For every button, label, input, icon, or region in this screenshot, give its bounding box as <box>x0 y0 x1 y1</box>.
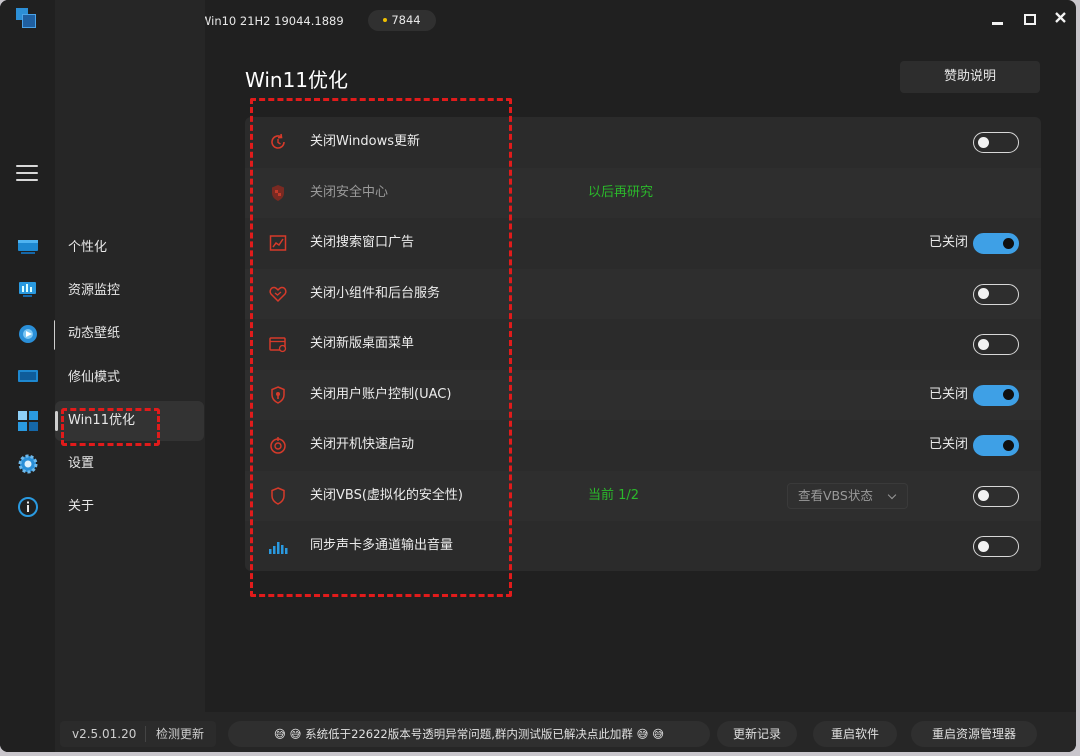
power-icon <box>270 437 286 454</box>
page-title: Win11优化 <box>245 68 349 92</box>
sidebar-item-about[interactable]: 关于 <box>55 487 205 527</box>
sidebar-item-wallpaper[interactable]: 动态壁纸 <box>55 314 205 354</box>
app-window: CTM工具绿色版 系统:Win10 21H2 19044.1889 7844 个… <box>0 0 1076 752</box>
icon-rail <box>0 0 57 752</box>
chevron-down-icon <box>887 490 897 499</box>
setting-row-vbs: 关闭VBS(虚拟化的安全性) 当前 1/2 查看VBS状态 <box>245 470 1041 521</box>
sidebar-item-win11[interactable]: Win11优化 <box>55 401 204 446</box>
toggle-switch[interactable] <box>973 132 1019 153</box>
sidebar-item-personalize[interactable]: 个性化 <box>55 228 205 268</box>
minimize-button[interactable] <box>986 8 1010 30</box>
sidebar-item-settings[interactable]: 设置 <box>55 444 205 484</box>
main-content: Win11优化 赞助说明 关闭Windows更新 关闭安全中心 以后再研究 关闭… <box>205 40 1076 712</box>
toggle-switch[interactable] <box>973 233 1019 254</box>
notice-banner[interactable]: 😅 😅 系统低于22622版本号透明异常问题,群内测试版已解决⁠点此加群 😅 😅 <box>228 721 710 747</box>
status-text: 已关闭 <box>929 437 969 452</box>
active-indicator <box>55 411 58 431</box>
status-dot-icon <box>383 17 388 22</box>
sidebar-item-immortal-mode[interactable]: 修仙模式 <box>55 358 205 398</box>
heart-icon <box>269 286 287 302</box>
screen-icon[interactable] <box>17 367 39 387</box>
version-label: v2.5.01.20 <box>72 727 137 741</box>
maximize-button[interactable] <box>1018 8 1042 30</box>
title-bar: CTM工具绿色版 系统:Win10 21H2 19044.1889 7844 <box>55 0 1076 40</box>
setting-row-security-center: 关闭安全中心 以后再研究 <box>245 167 1041 218</box>
status-text: 已关闭 <box>929 235 969 250</box>
restart-explorer-button[interactable]: 重启资源管理器 <box>911 721 1037 747</box>
chart-icon <box>269 235 287 251</box>
highlight-box <box>61 408 160 446</box>
settings-card: 关闭Windows更新 关闭安全中心 以后再研究 关闭搜索窗口广告 已关闭 关闭… <box>245 117 1041 571</box>
setting-row-windows-update: 关闭Windows更新 <box>245 117 1041 168</box>
sidebar-item-resource-monitor[interactable]: 资源监控 <box>55 271 205 311</box>
monitor-icon[interactable] <box>17 237 39 257</box>
close-button[interactable] <box>1049 8 1073 30</box>
pid-badge: 7844 <box>368 10 436 31</box>
toggle-switch[interactable] <box>973 435 1019 456</box>
setting-row-sound-sync: 同步声卡多通道输出音量 <box>245 521 1041 571</box>
toggle-switch[interactable] <box>973 536 1019 557</box>
note-text: 以后再研究 <box>588 184 654 200</box>
app-logo <box>16 8 38 30</box>
note-text: 当前 1/2 <box>588 487 640 503</box>
menu-icon[interactable] <box>16 165 38 183</box>
changelog-button[interactable]: 更新记录 <box>717 721 797 747</box>
version-area: v2.5.01.20 检测更新 <box>60 721 216 747</box>
check-update-button[interactable]: 检测更新 <box>156 721 204 747</box>
wallpaper-icon[interactable] <box>17 323 39 343</box>
close-icon <box>1055 12 1066 23</box>
sponsor-help-button[interactable]: 赞助说明 <box>900 61 1040 93</box>
toggle-switch[interactable] <box>973 283 1019 305</box>
setting-row-widgets: 关闭小组件和后台服务 <box>245 268 1041 319</box>
windows-icon[interactable] <box>17 410 39 431</box>
setting-row-desktop-menu: 关闭新版桌面菜单 <box>245 319 1041 370</box>
setting-row-uac: 关闭用户账户控制(UAC) 已关闭 <box>245 369 1041 420</box>
info-icon[interactable] <box>17 496 39 517</box>
vbs-status-dropdown[interactable]: 查看VBS状态 <box>787 482 908 509</box>
sidebar: 个性化 资源监控 动态壁纸 修仙模式 Win11优化 设置 关于 <box>55 0 205 712</box>
equalizer-icon <box>269 542 288 554</box>
setting-row-search-ads: 关闭搜索窗口广告 已关闭 <box>245 218 1041 269</box>
toggle-switch[interactable] <box>973 485 1019 507</box>
status-text: 已关闭 <box>929 386 969 402</box>
window-icon <box>269 337 287 353</box>
security-icon <box>271 385 285 404</box>
gear-icon[interactable] <box>17 453 39 474</box>
status-bar: v2.5.01.20 检测更新 😅 😅 系统低于22622版本号透明异常问题,群… <box>55 712 1076 752</box>
shield-outline-icon <box>271 486 285 505</box>
restart-app-button[interactable]: 重启软件 <box>813 721 897 747</box>
update-icon <box>271 133 285 149</box>
shield-icon <box>272 184 284 201</box>
toggle-switch[interactable] <box>973 384 1019 406</box>
resource-monitor-icon[interactable] <box>17 280 39 300</box>
toggle-switch[interactable] <box>973 334 1019 355</box>
setting-row-fast-startup: 关闭开机快速启动 已关闭 <box>245 420 1041 471</box>
